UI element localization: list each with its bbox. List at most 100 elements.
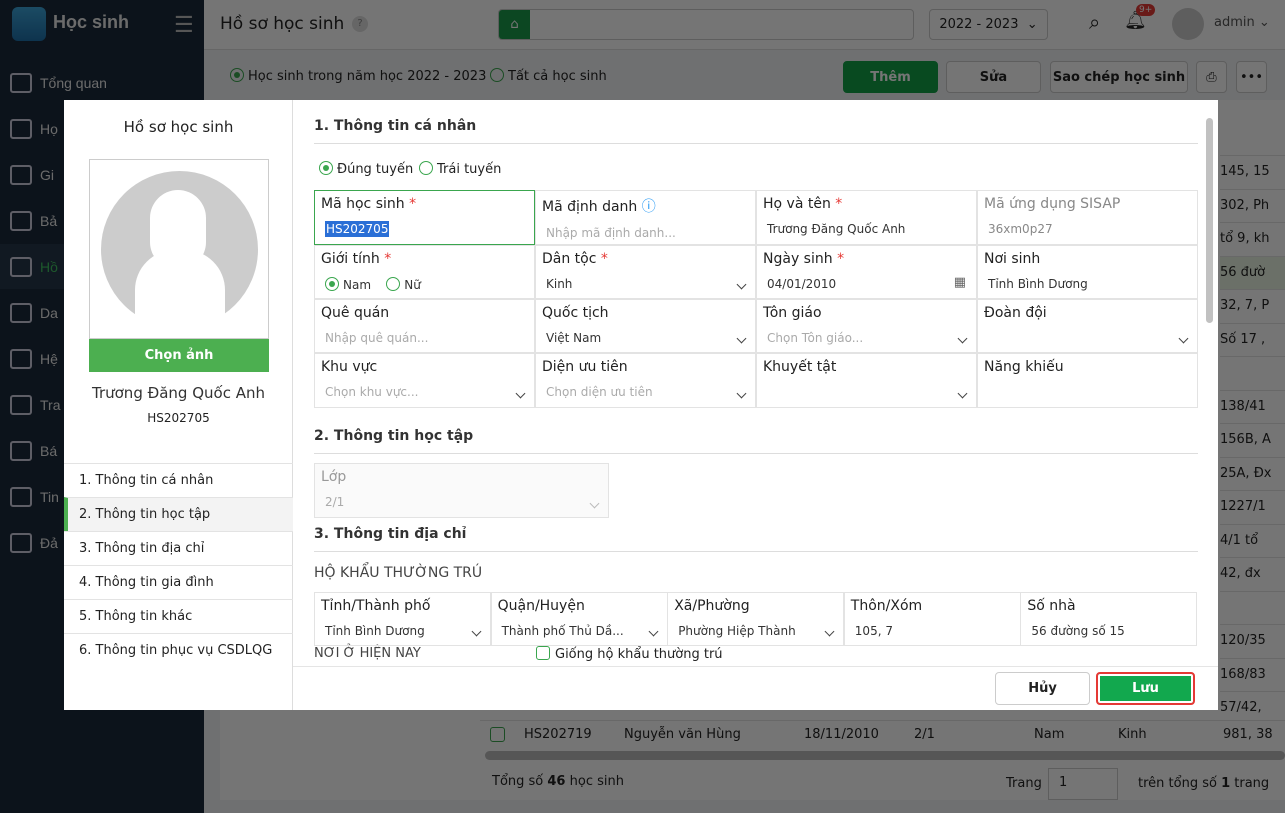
talent-field[interactable]: Năng khiếu bbox=[977, 353, 1198, 408]
section-study: 2. Thông tin học tập bbox=[314, 428, 474, 444]
table-cell-address: 25A, Đx bbox=[1220, 456, 1285, 490]
chevron-down-icon bbox=[1178, 333, 1189, 344]
copy-student-button[interactable]: Sao chép học sinh bbox=[1050, 61, 1188, 93]
table-cell-address bbox=[1220, 356, 1285, 389]
sidebar-label: Gi bbox=[40, 166, 54, 183]
form-content: 1. Thông tin cá nhân Đúng tuyến Trái tuy… bbox=[293, 100, 1218, 666]
permanent-address-heading: HỘ KHẨU THƯỜNG TRÚ bbox=[314, 565, 483, 581]
document-icon bbox=[10, 256, 32, 277]
address-field[interactable]: Xã/Phường Phường Hiệp Thành bbox=[667, 592, 845, 646]
cell-ethnic: Kinh bbox=[1118, 727, 1147, 742]
horizontal-scrollbar[interactable] bbox=[485, 751, 1285, 760]
priority-select[interactable]: Diện ưu tiên Chọn diện ưu tiên bbox=[535, 353, 756, 408]
sidebar-label: Họ bbox=[40, 120, 58, 137]
board-icon bbox=[10, 164, 32, 185]
table-cell-address: 32, 7, P bbox=[1220, 289, 1285, 322]
address-field[interactable]: Số nhà 56 đường số 15 bbox=[1020, 592, 1198, 646]
same-as-permanent-checkbox[interactable]: Giống hộ khẩu thường trú bbox=[536, 646, 723, 662]
app-logo-icon bbox=[12, 7, 46, 41]
search-analytics-icon[interactable]: ⌕ bbox=[1089, 10, 1100, 34]
birthplace-field[interactable]: Nơi sinh Tỉnh Bình Dương bbox=[977, 245, 1198, 299]
route-correct-radio[interactable]: Đúng tuyến bbox=[319, 161, 413, 177]
vertical-scrollbar[interactable] bbox=[1206, 118, 1213, 323]
section-address: 3. Thông tin địa chỉ bbox=[314, 526, 467, 542]
top-bar: Hồ sơ học sinh ? ⌂ 2022 - 2023 ⌄ ⌕ 🔔︎ 9+… bbox=[204, 0, 1285, 50]
table-cell-address: 120/35 bbox=[1220, 624, 1285, 657]
page-total: trên tổng số 1 trang bbox=[1138, 776, 1270, 791]
gender-female-radio[interactable]: Nữ bbox=[386, 277, 421, 292]
gender-male-radio[interactable]: Nam bbox=[325, 277, 371, 292]
sidebar-item-overview[interactable]: Tổng quan bbox=[0, 60, 204, 105]
hometown-field[interactable]: Quê quán Nhập quê quán... bbox=[314, 299, 535, 353]
nav-other-info[interactable]: 5. Thông tin khác bbox=[64, 599, 293, 633]
cell-class: 2/1 bbox=[914, 727, 935, 742]
current-address-heading: NƠI Ở HIỆN NAY bbox=[314, 646, 421, 661]
student-code-field[interactable]: Mã học sinh * HS202705 bbox=[314, 190, 535, 245]
table-row[interactable]: HS202719 Nguyễn văn Hùng 18/11/2010 2/1 … bbox=[480, 720, 1285, 748]
calendar-icon[interactable]: ▦ bbox=[954, 275, 966, 290]
address-field[interactable]: Thôn/Xóm 105, 7 bbox=[843, 592, 1021, 646]
print-icon[interactable]: ⎙ bbox=[1196, 61, 1227, 93]
chevron-down-icon bbox=[957, 388, 968, 399]
cell-code: HS202719 bbox=[524, 727, 592, 742]
school-selector[interactable]: ⌂ bbox=[498, 9, 914, 40]
area-select[interactable]: Khu vực Chọn khu vực... bbox=[314, 353, 535, 408]
sidebar-label: Tin bbox=[40, 488, 59, 505]
pie-chart-icon bbox=[10, 440, 32, 461]
table-cell-address: 156B, A bbox=[1220, 423, 1285, 456]
nationality-select[interactable]: Quốc tịch Việt Nam bbox=[535, 299, 756, 353]
nav-personal-info[interactable]: 1. Thông tin cá nhân bbox=[64, 463, 293, 497]
student-profile-modal: Hồ sơ học sinh Chọn ảnh Trương Đăng Quốc… bbox=[64, 100, 1218, 710]
school-icon: ⌂ bbox=[499, 10, 530, 39]
table-cell-address: 4/1 tổ bbox=[1220, 523, 1285, 557]
cell-name: Nguyễn văn Hùng bbox=[624, 727, 741, 742]
filter-all[interactable]: Tất cả học sinh bbox=[490, 68, 607, 84]
filter-current-year[interactable]: Học sinh trong năm học 2022 - 2023 bbox=[230, 68, 486, 84]
table-cell-address: tổ 9, kh bbox=[1220, 222, 1285, 255]
row-checkbox[interactable] bbox=[490, 727, 505, 742]
address-field[interactable]: Tỉnh/Thành phố Tỉnh Bình Dương bbox=[314, 592, 491, 646]
filter-label: Học sinh trong năm học 2022 - 2023 bbox=[248, 69, 487, 84]
ethnic-select[interactable]: Dân tộc * Kinh bbox=[535, 245, 756, 299]
religion-select[interactable]: Tôn giáo Chọn Tôn giáo... bbox=[756, 299, 977, 353]
page-label: Trang bbox=[1006, 776, 1042, 791]
add-button[interactable]: Thêm bbox=[843, 61, 938, 93]
full-name-field[interactable]: Họ và tên * Trương Đăng Quốc Anh bbox=[756, 190, 977, 245]
avatar[interactable] bbox=[1172, 8, 1204, 40]
cell-address: 981, 38 bbox=[1223, 727, 1273, 742]
book-icon bbox=[10, 118, 32, 139]
gear-icon bbox=[10, 348, 32, 369]
save-button[interactable]: Lưu bbox=[1096, 672, 1195, 705]
sidebar-label: Tổng quan bbox=[40, 74, 107, 91]
identifier-field[interactable]: Mã định danh ⓘ Nhập mã định danh... bbox=[535, 190, 756, 245]
table-cell-address: 168/83 bbox=[1220, 657, 1285, 691]
table-cell-address: 56 đườ bbox=[1220, 255, 1285, 289]
table-cell-address: Số 17 , bbox=[1220, 322, 1285, 356]
nav-csdlqg-info[interactable]: 6. Thông tin phục vụ CSDLQG bbox=[64, 633, 293, 667]
choose-photo-button[interactable]: Chọn ảnh bbox=[89, 339, 269, 372]
sidebar-label: Da bbox=[40, 304, 58, 321]
nav-study-info[interactable]: 2. Thông tin học tập bbox=[64, 497, 293, 531]
total-count: Tổng số 46 học sinh bbox=[492, 774, 624, 789]
page-input[interactable]: 1 bbox=[1048, 768, 1118, 800]
year-select[interactable]: 2022 - 2023 ⌄ bbox=[929, 9, 1048, 40]
menu-toggle-icon[interactable]: ☰ bbox=[174, 12, 194, 38]
page-title: Hồ sơ học sinh bbox=[220, 14, 345, 34]
disability-select[interactable]: Khuyết tật bbox=[756, 353, 977, 408]
union-select[interactable]: Đoàn đội bbox=[977, 299, 1198, 353]
address-field[interactable]: Quận/Huyện Thành phố Thủ Dầ... bbox=[490, 592, 668, 646]
sidebar-label: Hệ bbox=[40, 350, 58, 367]
edit-button[interactable]: Sửa bbox=[946, 61, 1041, 93]
sidebar-label: Hồ bbox=[40, 258, 58, 275]
more-icon[interactable]: ••• bbox=[1236, 61, 1267, 93]
nav-address-info[interactable]: 3. Thông tin địa chỉ bbox=[64, 531, 293, 565]
nav-family-info[interactable]: 4. Thông tin gia đình bbox=[64, 565, 293, 599]
sidebar-label: Tra bbox=[40, 396, 61, 413]
route-wrong-radio[interactable]: Trái tuyến bbox=[419, 161, 501, 177]
help-icon[interactable]: ? bbox=[352, 16, 368, 32]
user-menu[interactable]: admin ⌄ bbox=[1214, 15, 1270, 30]
cancel-button[interactable]: Hủy bbox=[995, 672, 1090, 705]
search-icon bbox=[10, 394, 32, 415]
notification-badge: 9+ bbox=[1136, 4, 1156, 16]
birth-date-field[interactable]: Ngày sinh * 04/01/2010 ▦ bbox=[756, 245, 977, 299]
